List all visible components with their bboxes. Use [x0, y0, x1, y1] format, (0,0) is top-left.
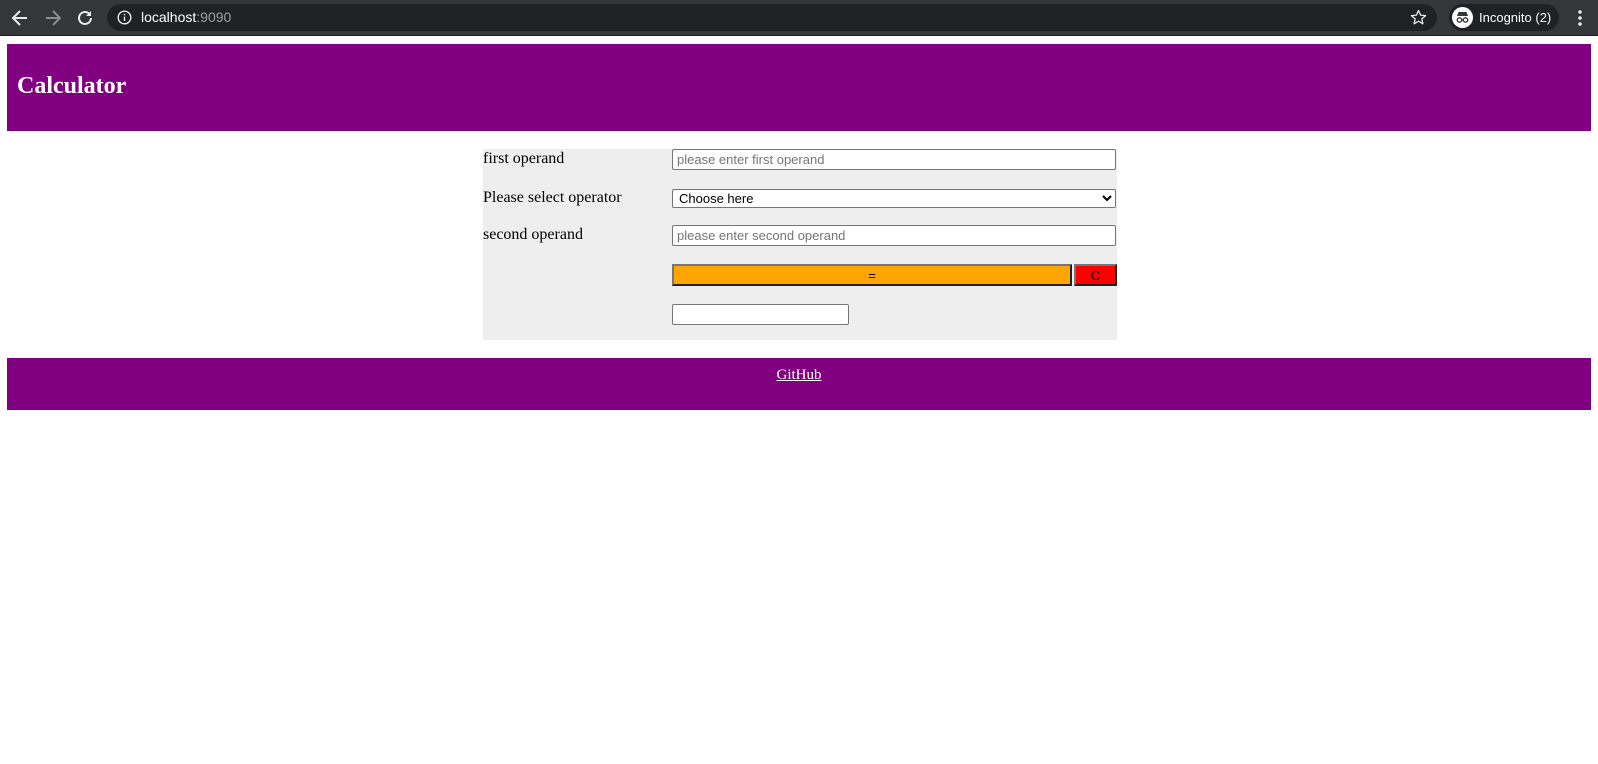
first-operand-input[interactable]	[672, 149, 1116, 170]
url-host: localhost	[141, 9, 197, 25]
toolbar-divider	[0, 35, 1598, 36]
page-footer: GitHub	[7, 358, 1591, 410]
reload-icon	[76, 9, 94, 27]
kebab-menu-icon[interactable]	[1577, 9, 1583, 27]
forward-arrow-icon	[44, 9, 62, 27]
reload-button[interactable]	[72, 5, 98, 31]
clear-button[interactable]: C	[1074, 264, 1117, 286]
browser-toolbar: localhost:9090 Incognito (2)	[0, 0, 1598, 35]
equals-button[interactable]: =	[672, 264, 1072, 286]
address-bar[interactable]: localhost:9090	[107, 4, 1437, 31]
url-text: localhost:9090	[141, 9, 231, 25]
second-operand-input[interactable]	[672, 225, 1116, 246]
star-icon[interactable]	[1410, 9, 1427, 26]
result-field[interactable]	[672, 304, 849, 325]
forward-button[interactable]	[40, 5, 66, 31]
page-title: Calculator	[17, 73, 127, 99]
info-icon[interactable]	[117, 10, 132, 25]
second-operand-label: second operand	[483, 226, 583, 243]
page-header: Calculator	[7, 44, 1591, 131]
operator-label: Please select operator	[483, 189, 622, 206]
profile-label: Incognito (2)	[1479, 10, 1552, 25]
operator-select[interactable]: Choose here	[672, 189, 1116, 208]
incognito-icon	[1452, 7, 1473, 28]
github-link[interactable]: GitHub	[7, 367, 1591, 384]
url-port: :9090	[196, 9, 232, 25]
back-arrow-icon	[11, 9, 29, 27]
first-operand-label: first operand	[483, 150, 565, 167]
back-button[interactable]	[7, 5, 33, 31]
incognito-profile-button[interactable]: Incognito (2)	[1449, 4, 1559, 31]
